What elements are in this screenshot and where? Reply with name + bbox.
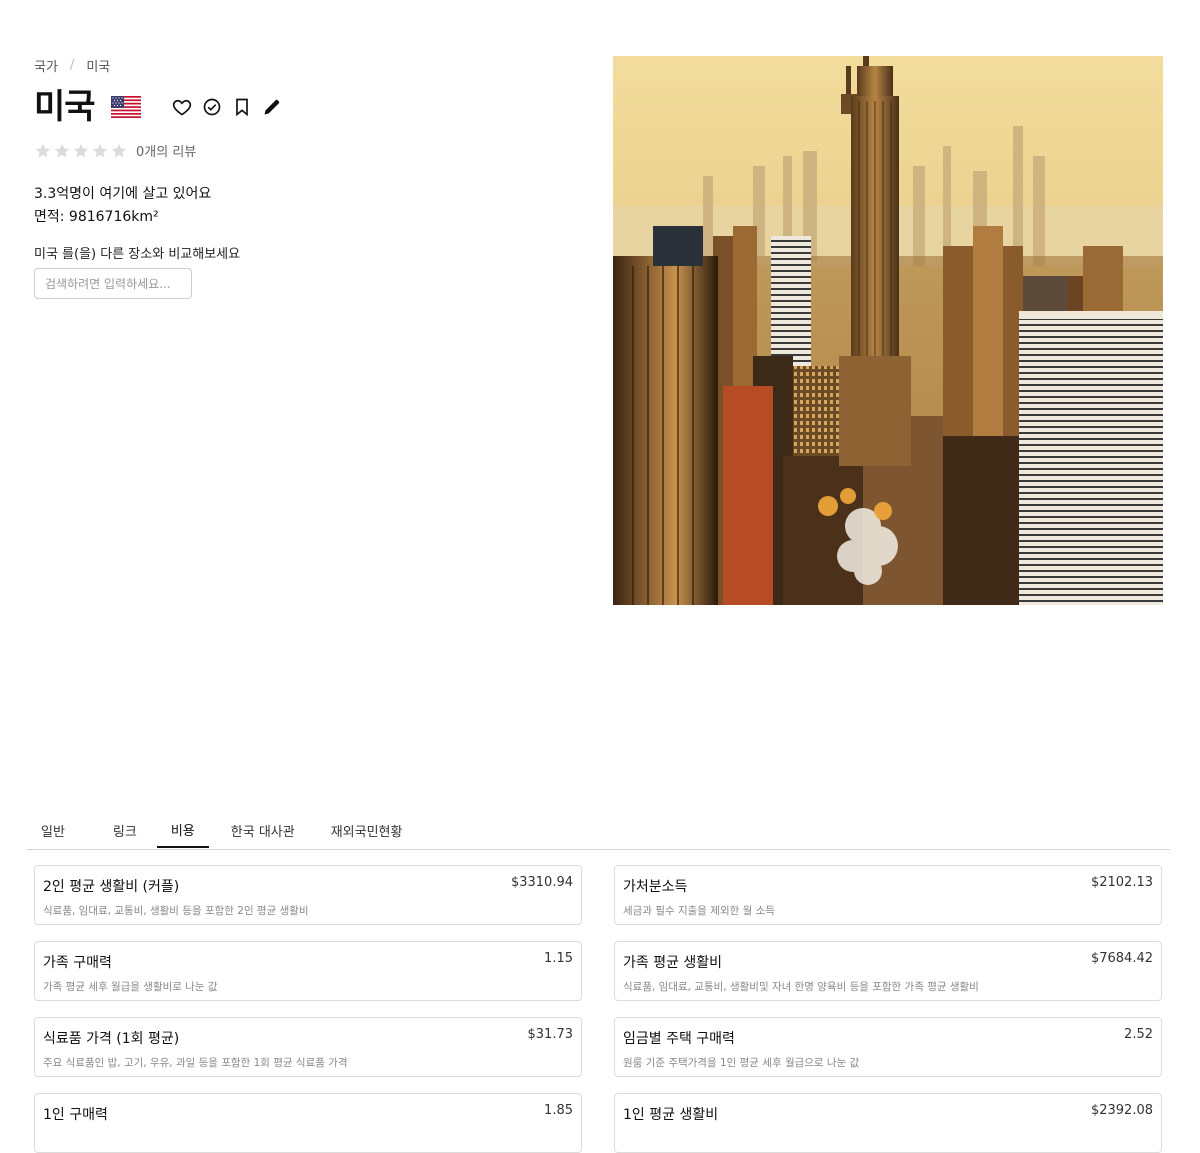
star-icon (111, 143, 127, 157)
star-icon (92, 143, 108, 157)
check-circle-icon (203, 98, 220, 116)
pencil-icon (264, 99, 279, 115)
card-value: $2102.13 (1090, 875, 1153, 890)
cost-card-disposable-income[interactable]: 가처분소득 $2102.13 세금과 필수 지출을 제외한 월 소득 (614, 865, 1162, 925)
card-description: 식료품, 임대료, 교통비, 생활비 등을 포함한 2인 평균 생활비 (43, 905, 309, 917)
card-value: $7684.42 (1090, 951, 1153, 966)
card-value: 1.85 (544, 1103, 573, 1118)
heart-icon (172, 99, 191, 116)
rating: 0개의 리뷰 (34, 141, 196, 160)
breadcrumb: 국가 / 미국 (34, 56, 110, 75)
compare-label: 미국 를(을) 다른 장소와 비교해보세요 (34, 247, 241, 262)
population-text: 3.3억명이 여기에 살고 있어요 (34, 186, 212, 202)
tab-overseas-koreans[interactable]: 재외국민현황 (317, 812, 417, 848)
compare-search-input[interactable] (34, 268, 192, 299)
card-title: 1인 구매력 (43, 1107, 108, 1123)
card-value: $2392.08 (1090, 1103, 1153, 1118)
review-count[interactable]: 0개의 리뷰 (136, 141, 196, 160)
card-title: 1인 평균 생활비 (623, 1107, 719, 1123)
card-title: 가족 구매력 (43, 955, 112, 971)
card-title: 2인 평균 생활비 (커플) (43, 879, 180, 895)
card-title: 임금별 주택 구매력 (623, 1031, 735, 1047)
card-value: $31.73 (527, 1027, 574, 1042)
bookmark-icon (235, 98, 248, 117)
star-icon (73, 143, 89, 157)
card-value: $3310.94 (510, 875, 573, 890)
cost-card-single-living[interactable]: 1인 평균 생활비 $2392.08 (614, 1093, 1162, 1153)
star-icon (54, 143, 70, 157)
breadcrumb-current: 미국 (86, 60, 111, 75)
card-description: 세금과 필수 지출을 제외한 월 소득 (623, 905, 775, 917)
card-description: 주요 식료품인 밥, 고기, 우유, 과일 등을 포함한 1회 평균 식료품 가… (43, 1057, 348, 1069)
card-title: 가처분소득 (623, 879, 688, 895)
card-title: 식료품 가격 (1회 평균) (43, 1031, 180, 1047)
action-bar (171, 96, 283, 118)
breadcrumb-parent[interactable]: 국가 (34, 56, 58, 75)
card-description: 원룸 기준 주택가격을 1인 평균 세후 월급으로 나눈 값 (623, 1057, 860, 1069)
tab-general[interactable]: 일반 (27, 812, 79, 848)
bookmark-button[interactable] (231, 96, 253, 118)
hero-image (613, 56, 1163, 605)
visited-button[interactable] (201, 96, 223, 118)
card-description: 식료품, 임대료, 교통비, 생활비및 자녀 한명 양육비 등을 포함한 가족 … (623, 981, 979, 993)
card-value: 1.15 (544, 951, 573, 966)
cost-card-family-living[interactable]: 가족 평균 생활비 $7684.42 식료품, 임대료, 교통비, 생활비및 자… (614, 941, 1162, 1001)
tab-links[interactable]: 링크 (99, 812, 151, 848)
star-icon (35, 143, 51, 157)
tab-cost[interactable]: 비용 (156, 812, 209, 848)
cost-card-single-purchasing-power[interactable]: 1인 구매력 1.85 (34, 1093, 582, 1153)
card-value: 2.52 (1124, 1027, 1153, 1042)
breadcrumb-separator: / (69, 58, 75, 73)
cost-card-family-purchasing-power[interactable]: 가족 구매력 1.15 가족 평균 세후 월급을 생활비로 나눈 값 (34, 941, 582, 1001)
edit-button[interactable] (261, 96, 283, 118)
cost-card-couple-living[interactable]: 2인 평균 생활비 (커플) $3310.94 식료품, 임대료, 교통비, 생… (34, 865, 582, 925)
us-flag-icon (110, 96, 141, 118)
tab-korean-embassy[interactable]: 한국 대사관 (217, 812, 309, 848)
page-title: 미국 (34, 87, 96, 127)
cost-card-grocery-price[interactable]: 식료품 가격 (1회 평균) $31.73 주요 식료품인 밥, 고기, 우유,… (34, 1017, 582, 1077)
card-title: 가족 평균 생활비 (623, 955, 723, 971)
card-description: 가족 평균 세후 월급을 생활비로 나눈 값 (43, 981, 218, 993)
favorite-button[interactable] (171, 96, 193, 118)
cost-card-housing-affordability[interactable]: 임금별 주택 구매력 2.52 원룸 기준 주택가격을 1인 평균 세후 월급으… (614, 1017, 1162, 1077)
star-rating[interactable] (34, 142, 128, 160)
title-row: 미국 (34, 86, 283, 128)
tab-bar: 일반 링크 비용 한국 대사관 재외국민현황 (27, 812, 1170, 850)
area-text: 면적: 9816716km² (34, 209, 159, 225)
